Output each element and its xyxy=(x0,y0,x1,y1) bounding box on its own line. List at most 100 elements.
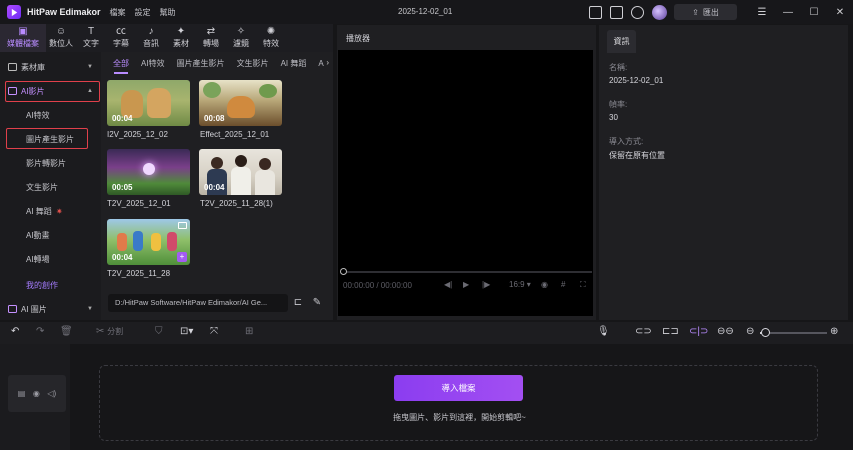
media-thumbnail[interactable]: + 00:04 xyxy=(107,219,190,265)
tab-info[interactable]: 資訊 xyxy=(607,30,636,53)
plant-shape xyxy=(259,84,277,98)
media-thumbnail[interactable]: 00:05 xyxy=(107,149,190,195)
tool-subtitle[interactable]: ㏄字幕 xyxy=(106,24,136,52)
dancer-icon: ✷ xyxy=(56,207,63,216)
zoom-slider-track[interactable] xyxy=(765,332,827,334)
media-icon: ▣ xyxy=(18,26,28,37)
person-body xyxy=(231,167,251,195)
sidebar-item-label: 素材庫 xyxy=(21,62,45,72)
sidebar-item-ai-animation[interactable]: AI動畫 xyxy=(26,230,50,241)
import-mode-label: 導入方式: xyxy=(609,137,644,146)
media-tabs: 全部 AI特效 圖片產生影片 文生影片 AI 舞蹈 AI xyxy=(101,52,333,74)
name-value: 2025-12-02_01 xyxy=(609,76,664,85)
tool-avatar[interactable]: ☺ 數位人 xyxy=(46,24,76,52)
glow-shape xyxy=(143,163,155,175)
media-thumbnail[interactable]: 00:04 xyxy=(199,149,282,195)
freeze-frame-icon[interactable]: ⊞ xyxy=(245,326,253,337)
sidebar-item-ai-dance[interactable]: AI 舞蹈 ✷ xyxy=(26,206,63,217)
tab-text-to-video[interactable]: 文生影片 xyxy=(237,58,269,69)
tab-image-to-video[interactable]: 圖片產生影片 xyxy=(177,58,225,69)
feedback-icon[interactable] xyxy=(589,5,602,19)
plant-shape xyxy=(203,82,221,98)
tool-sticker[interactable]: ✦ 素材 xyxy=(166,24,196,52)
media-thumbnail[interactable]: 00:08 xyxy=(199,80,282,126)
close-icon[interactable]: ✕ xyxy=(827,7,853,18)
tool-audio[interactable]: ♪ 音訊 xyxy=(136,24,166,52)
import-file-button[interactable]: 導入檔案 xyxy=(394,375,523,401)
link-icon[interactable]: ⊂⊃ xyxy=(635,326,652,337)
drop-hint: 拖曳圖片、影片到這裡，開始剪輯吧~ xyxy=(393,413,526,422)
export-label: 匯出 xyxy=(702,7,719,17)
track-lock-icon[interactable]: ▤ xyxy=(18,389,26,398)
fullscreen-icon[interactable]: ⛶ xyxy=(580,280,586,290)
add-icon[interactable]: + xyxy=(177,252,187,262)
aspect-ratio-select[interactable]: 16:9 ▾ xyxy=(509,280,531,289)
menu-help[interactable]: 幫助 xyxy=(160,7,176,18)
drop-zone[interactable]: 導入檔案 拖曳圖片、影片到這裡，開始剪輯吧~ xyxy=(99,365,818,441)
menu-settings[interactable]: 設定 xyxy=(135,7,151,18)
tool-media[interactable]: ▣ 媒體檔案 xyxy=(0,24,46,52)
tab-ai-dance[interactable]: AI 舞蹈 xyxy=(281,58,307,69)
tool-label: 音訊 xyxy=(143,39,159,48)
previous-frame-icon[interactable]: ◀| xyxy=(444,280,452,289)
zoom-slider-handle[interactable] xyxy=(761,328,770,337)
sidebar-item-video-to-video[interactable]: 影片轉影片 xyxy=(26,158,66,169)
undo-icon[interactable]: ↶ xyxy=(11,326,19,337)
minimize-icon[interactable]: — xyxy=(775,7,801,18)
redo-icon[interactable]: ↷ xyxy=(36,326,44,337)
download-icon[interactable] xyxy=(631,5,644,19)
name-label: 名稱: xyxy=(609,63,628,72)
media-thumbnail[interactable]: 00:04 xyxy=(107,80,190,126)
sidebar-item-ai-image[interactable]: AI 圖片 ▼ xyxy=(8,300,96,318)
play-icon[interactable]: ▶ xyxy=(463,280,469,289)
zoom-in-icon[interactable]: ⊕ xyxy=(830,326,838,337)
zoom-out-icon[interactable]: ⊖ xyxy=(746,326,754,337)
text-style-icon[interactable]: ⊡▾ xyxy=(180,326,193,337)
playback-progress[interactable] xyxy=(341,271,592,273)
magnet-icon[interactable]: ⊂|⊃ xyxy=(689,326,708,337)
menu-file[interactable]: 檔案 xyxy=(110,7,126,18)
tab-all[interactable]: 全部 xyxy=(113,58,129,69)
export-button[interactable]: ⇪ 匯出 xyxy=(674,4,737,20)
message-icon[interactable] xyxy=(610,5,623,19)
snapshot-icon[interactable]: ◉ xyxy=(541,280,548,289)
video-name: T2V_2025_11_28 xyxy=(107,269,171,278)
fit-icon[interactable]: ⊖⊖ xyxy=(717,326,734,337)
delete-icon[interactable]: 🗑 xyxy=(60,326,73,337)
microphone-icon[interactable]: 🎙 xyxy=(597,326,610,337)
save-path-field[interactable]: D:/HitPaw Software/HitPaw Edimakor/AI Ge… xyxy=(108,294,288,312)
tool-label: 特效 xyxy=(263,39,279,48)
tool-filter[interactable]: ✧ 濾鏡 xyxy=(226,24,256,52)
tool-transition[interactable]: ⇄ 轉場 xyxy=(196,24,226,52)
highlight-box xyxy=(6,128,88,149)
auto-cut-icon[interactable]: ⤧ xyxy=(210,326,218,337)
eye-icon[interactable]: ◉ xyxy=(33,389,40,398)
person-shape xyxy=(151,233,161,251)
crop-icon[interactable]: # xyxy=(561,280,565,289)
user-avatar[interactable] xyxy=(652,4,667,20)
split-button[interactable]: ✂ 分割 xyxy=(96,326,123,337)
snap-icon[interactable]: ⊏⊐ xyxy=(662,326,679,337)
sidebar-item-my-creations[interactable]: 我的創作 xyxy=(26,280,58,291)
folder-icon[interactable]: ⊏ xyxy=(292,297,304,308)
chevron-right-icon[interactable]: › xyxy=(324,58,329,67)
tab-ai-effect[interactable]: AI特效 xyxy=(141,58,165,69)
shield-icon[interactable]: ⛉ xyxy=(155,326,163,337)
sidebar-item-text-to-video[interactable]: 文生影片 xyxy=(26,182,58,193)
maximize-icon[interactable]: ☐ xyxy=(801,7,827,18)
sidebar-item-label: AI 圖片 xyxy=(21,304,47,314)
menu-icon[interactable]: ☰ xyxy=(749,7,775,18)
next-frame-icon[interactable]: |▶ xyxy=(482,280,490,289)
video-name: T2V_2025_12_01 xyxy=(107,199,171,208)
tool-effect[interactable]: ✺ 特效 xyxy=(256,24,286,52)
media-panel: 全部 AI特效 圖片產生影片 文生影片 AI 舞蹈 AI › 00:04 I2V… xyxy=(101,52,333,320)
sidebar-item-ai-transition[interactable]: AI轉場 xyxy=(26,254,50,265)
sidebar-item-library[interactable]: 素材庫 ▼ xyxy=(8,58,96,76)
app-logo xyxy=(7,5,21,19)
main-toolbar: ▣ 媒體檔案 ☺ 數位人 T 文字 ㏄字幕 ♪ 音訊 ✦ 素材 ⇄ 轉場 ✧ 濾鏡 ✺ 特效 xyxy=(0,24,333,52)
edit-icon[interactable]: ✎ xyxy=(311,297,323,308)
speaker-icon[interactable]: ◁) xyxy=(47,389,56,398)
playback-handle[interactable] xyxy=(340,268,347,275)
sidebar-item-ai-effect[interactable]: AI特效 xyxy=(26,110,50,121)
tool-text[interactable]: T 文字 xyxy=(76,24,106,52)
